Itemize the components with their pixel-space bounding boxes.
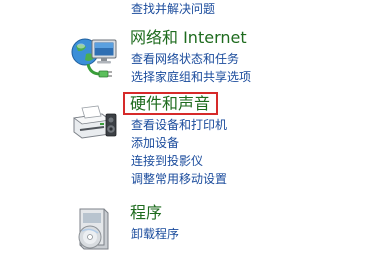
category-title-programs[interactable]: 程序 bbox=[130, 203, 162, 223]
link-homegroup-sharing[interactable]: 选择家庭组和共享选项 bbox=[131, 68, 251, 86]
category-programs: 程序 卸载程序 bbox=[0, 203, 386, 263]
annotation-highlight-box bbox=[123, 92, 218, 115]
link-devices-printers[interactable]: 查看设备和打印机 bbox=[131, 116, 227, 134]
control-panel-categories: 查找并解决问题 网络和 Internet 查看网络状态和任务 选择家庭组和共享选… bbox=[0, 0, 386, 280]
link-view-network-status[interactable]: 查看网络状态和任务 bbox=[131, 50, 251, 68]
link-mobility-settings[interactable]: 调整常用移动设置 bbox=[131, 170, 227, 188]
category-title-network[interactable]: 网络和 Internet bbox=[130, 28, 247, 48]
link-connect-projector[interactable]: 连接到投影仪 bbox=[131, 152, 227, 170]
category-network-internet: 网络和 Internet 查看网络状态和任务 选择家庭组和共享选项 bbox=[0, 28, 386, 90]
link-uninstall-program[interactable]: 卸载程序 bbox=[131, 225, 179, 243]
network-links: 查看网络状态和任务 选择家庭组和共享选项 bbox=[131, 50, 251, 86]
hardware-links: 查看设备和打印机 添加设备 连接到投影仪 调整常用移动设置 bbox=[131, 116, 227, 188]
link-add-device[interactable]: 添加设备 bbox=[131, 134, 227, 152]
printer-speaker-icon[interactable] bbox=[68, 94, 120, 146]
link-troubleshoot[interactable]: 查找并解决问题 bbox=[131, 0, 215, 18]
system-security-links: 查找并解决问题 bbox=[131, 0, 215, 18]
network-globe-icon[interactable] bbox=[68, 30, 120, 82]
programs-disc-icon[interactable] bbox=[68, 203, 120, 255]
programs-links: 卸载程序 bbox=[131, 225, 179, 243]
